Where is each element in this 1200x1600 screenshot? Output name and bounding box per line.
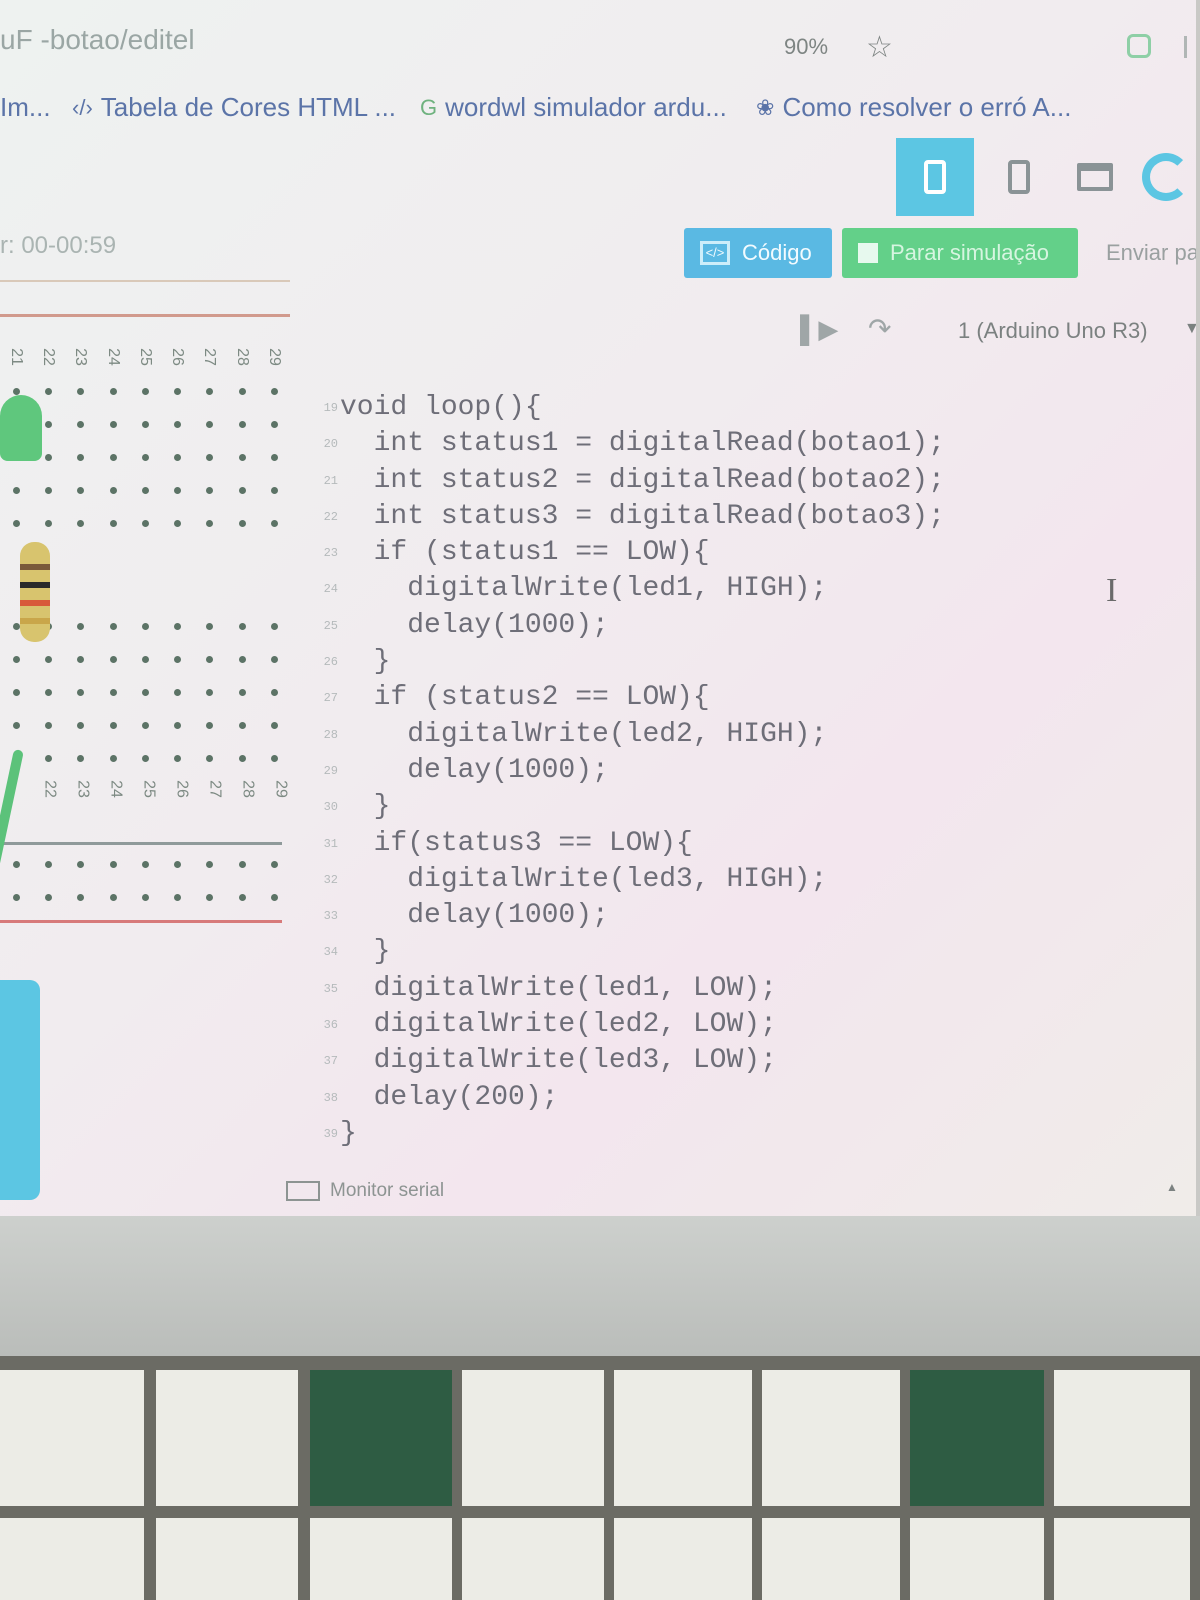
circuit-view-button[interactable] xyxy=(896,138,974,216)
code-line: 38 delay(200); xyxy=(323,1081,559,1113)
breadboard: 21 22 23 24 25 26 27 28 29 22 23 24 25 2… xyxy=(0,280,300,1200)
google-icon: G xyxy=(420,94,438,120)
code-line: 37 digitalWrite(led3, LOW); xyxy=(323,1045,777,1077)
avatar-icon xyxy=(1142,153,1190,201)
code-line: 28 digitalWrite(led2, HIGH); xyxy=(323,718,828,750)
stop-icon xyxy=(858,243,878,263)
chip-outline-icon xyxy=(1008,160,1030,194)
window-icon xyxy=(1077,163,1113,191)
bookmark-item[interactable]: Im... xyxy=(0,92,51,123)
code-line: 23 if (status1 == LOW){ xyxy=(323,537,710,569)
column-numbers-top: 21 22 23 24 25 26 27 28 29 xyxy=(8,348,283,366)
schematic-view-button[interactable] xyxy=(980,138,1058,216)
code-editor[interactable]: 19 void loop(){ 20 int status1 = digitalR… xyxy=(323,390,1180,1152)
breadboard-holes-top xyxy=(0,375,290,540)
user-avatar-button[interactable] xyxy=(1136,138,1196,216)
code-line: 20 int status1 = digitalRead(botao1); xyxy=(323,428,945,460)
code-line: 35 digitalWrite(led1, LOW); xyxy=(323,972,777,1004)
stop-simulation-button[interactable]: Parar simulação xyxy=(842,228,1078,278)
power-rail-holes xyxy=(0,848,290,914)
code-line: 26 } xyxy=(323,646,391,678)
device-selector[interactable]: 1 (Arduino Uno R3) xyxy=(958,318,1148,344)
view-toolbar xyxy=(896,138,1196,216)
url-bar[interactable]: uF -botao/editel xyxy=(0,24,195,56)
led-component[interactable] xyxy=(0,395,42,461)
code-line: 33 delay(1000); xyxy=(323,900,609,932)
gear-icon: ❀ xyxy=(756,94,775,120)
debug-controls: ▌▶ ↷ 1 (Arduino Uno R3) ▼ xyxy=(780,312,1196,352)
step-icon[interactable]: ▌▶ xyxy=(800,314,838,345)
code-line: 29 delay(1000); xyxy=(323,754,609,786)
code-line: 39} xyxy=(323,1117,357,1149)
arduino-board[interactable] xyxy=(0,980,40,1200)
serial-monitor-toggle[interactable]: Monitor serial xyxy=(286,1180,444,1202)
code-line: 24 digitalWrite(led1, HIGH); xyxy=(323,573,828,605)
code-line: 34 } xyxy=(323,936,391,968)
code-line: 25 delay(1000); xyxy=(323,609,609,641)
monitor-icon xyxy=(286,1181,320,1201)
chevron-up-icon[interactable]: ▲ xyxy=(1166,1180,1178,1194)
code-line: 32 digitalWrite(led3, HIGH); xyxy=(323,863,828,895)
code-button[interactable]: </> Código xyxy=(684,228,832,278)
menu-icon[interactable] xyxy=(1184,36,1194,58)
code-line: 31 if(status3 == LOW){ xyxy=(323,827,693,859)
code-line: 30 } xyxy=(323,791,391,823)
zoom-level[interactable]: 90% xyxy=(784,34,828,60)
browser-bar: uF -botao/editel 90% ☆ xyxy=(0,0,1196,80)
send-button[interactable]: Enviar par xyxy=(1106,240,1196,266)
code-icon: ‹/› xyxy=(72,94,93,120)
chip-icon xyxy=(924,160,946,194)
extension-icon[interactable] xyxy=(1127,34,1151,58)
bookmarks-bar: Im... ‹/› Tabela de Cores HTML ... Gwordw… xyxy=(0,92,1196,128)
resistor-component[interactable] xyxy=(20,542,50,642)
code-icon: </> xyxy=(700,241,730,265)
code-line: 19 void loop(){ xyxy=(323,392,542,423)
bookmark-item[interactable]: Gwordwl simulador ardu... xyxy=(420,92,727,123)
projected-screen: uF -botao/editel 90% ☆ Im... ‹/› Tabela d… xyxy=(0,0,1196,1216)
code-line: 36 digitalWrite(led2, LOW); xyxy=(323,1009,777,1041)
wall-below-screen xyxy=(0,1216,1200,1356)
code-line: 27 if (status2 == LOW){ xyxy=(323,682,710,714)
bookmark-item[interactable]: ❀ Como resolver o erró A... xyxy=(756,92,1071,123)
code-line: 21 int status2 = digitalRead(botao2); xyxy=(323,464,945,496)
chevron-down-icon[interactable]: ▼ xyxy=(1184,320,1196,338)
star-icon[interactable]: ☆ xyxy=(866,30,893,65)
component-list-button[interactable] xyxy=(1056,138,1134,216)
column-numbers-bottom: 22 23 24 25 26 27 28 29 xyxy=(41,780,290,798)
step-over-icon[interactable]: ↷ xyxy=(868,312,891,345)
code-line: 22 int status3 = digitalRead(botao3); xyxy=(323,500,945,532)
wall-tiles xyxy=(0,1356,1200,1600)
simulation-timer: r: 00-00:59 xyxy=(0,232,117,259)
text-cursor-icon: I xyxy=(1106,572,1118,609)
bookmark-item[interactable]: ‹/› Tabela de Cores HTML ... xyxy=(72,92,396,123)
